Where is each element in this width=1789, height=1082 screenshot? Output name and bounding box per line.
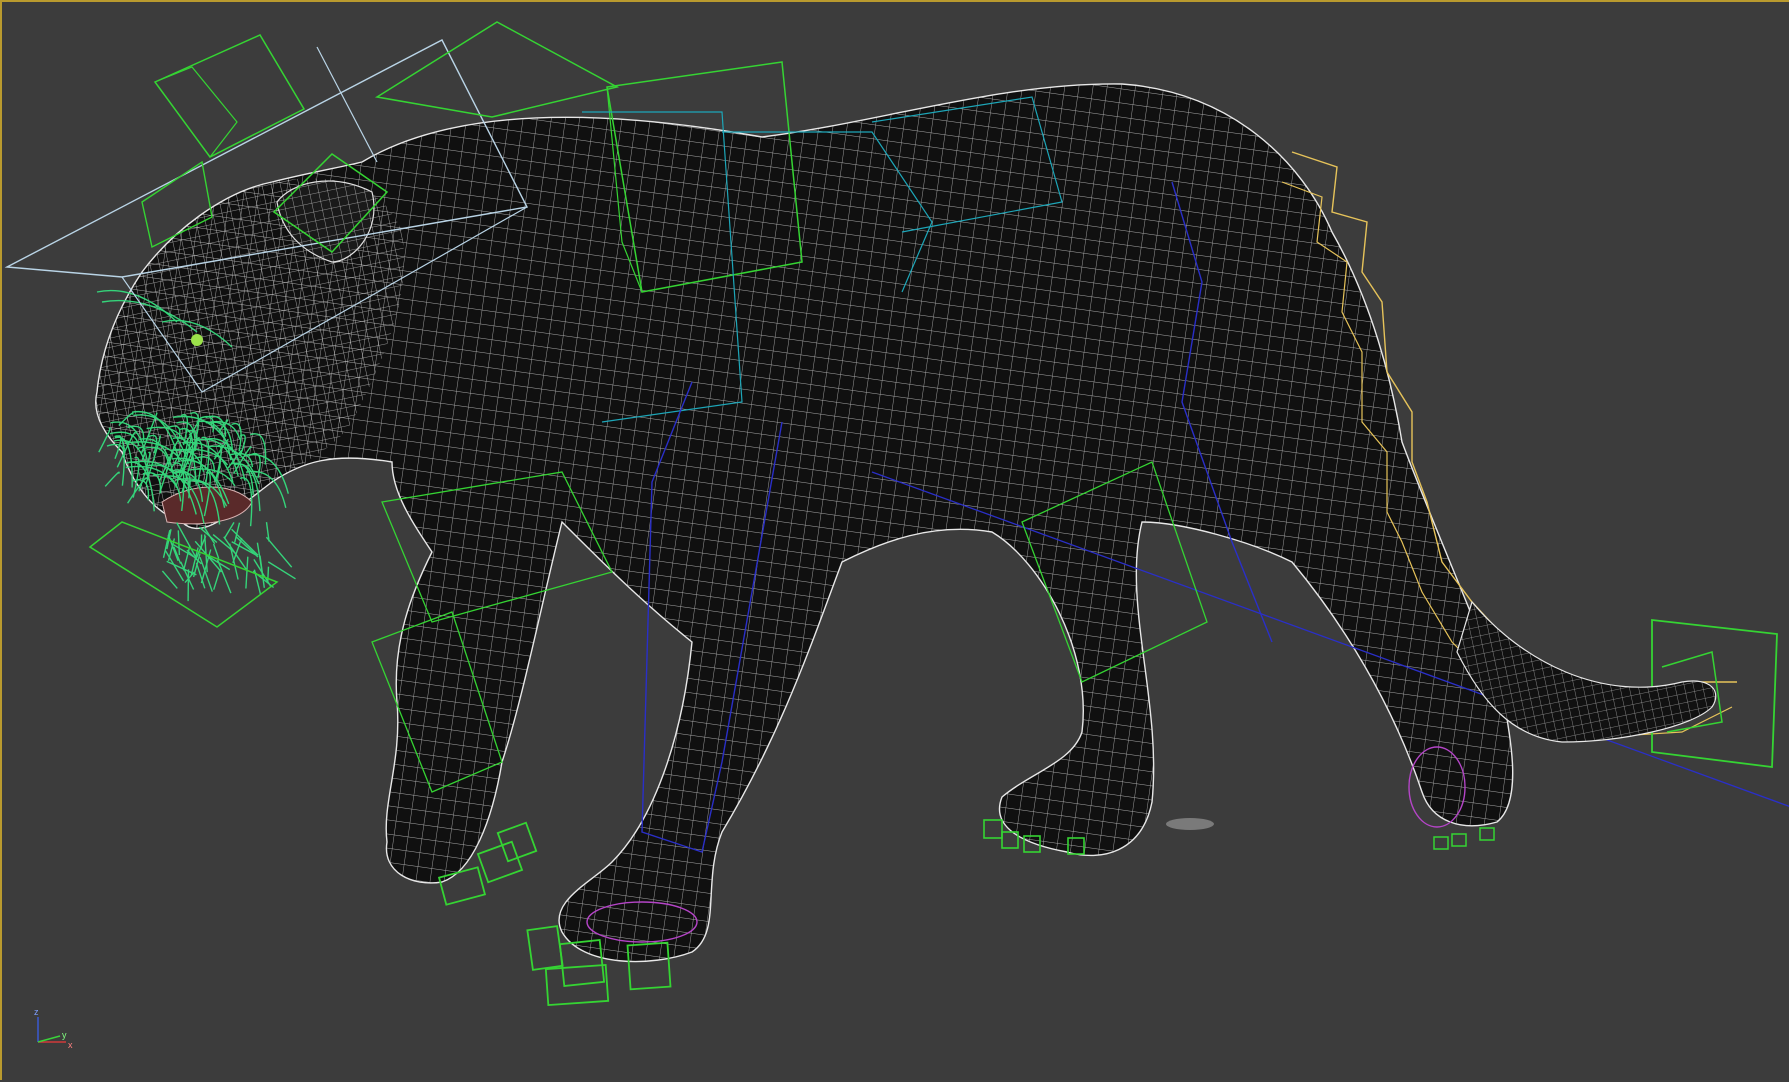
rear-right-paw-boxes[interactable] [1434,828,1494,849]
axis-y-line [38,1036,60,1042]
viewport-scene[interactable]: z x y [2,2,1789,1082]
whisker-strand [268,567,269,582]
axis-x-label: x [68,1040,73,1050]
ground-shadow [1166,818,1214,830]
whisker-strand [184,546,190,571]
bone-head-top[interactable] [155,35,304,157]
whisker-strand [246,557,248,589]
whisker-strand [214,544,219,559]
head-helper-box-edge2 [317,47,377,162]
whisker-strand [232,529,258,555]
whisker-strand [236,537,258,557]
3d-viewport[interactable]: z x y [0,0,1789,1080]
panther-mesh[interactable] [96,84,1513,962]
whisker-strand [268,562,295,579]
bone-head-top-edge [155,67,237,157]
bone-neck[interactable] [377,22,617,117]
axis-y-label: y [62,1030,67,1040]
whisker-strand [99,428,110,452]
whisker-strand [214,569,220,590]
bone-jaw[interactable] [90,522,277,627]
whisker-strand [178,530,179,555]
whisker-strand [218,560,231,593]
panther-eye [191,334,203,346]
whisker-strand [105,472,119,486]
axis-gizmo: z x y [34,1007,73,1050]
axis-z-label: z [34,1007,39,1017]
whisker-strand [162,571,177,589]
